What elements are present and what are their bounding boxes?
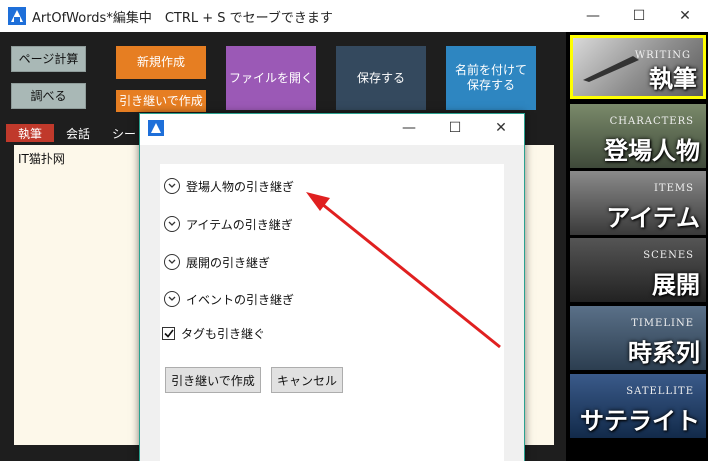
app-window: ArtOfWords*編集中 CTRL + S でセーブできます — ☐ ✕ ペ… <box>0 0 708 461</box>
annotation-arrow <box>306 192 501 349</box>
